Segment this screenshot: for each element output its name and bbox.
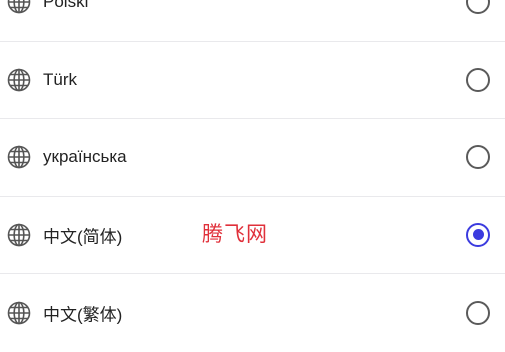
globe-icon bbox=[7, 301, 31, 325]
globe-icon bbox=[7, 0, 31, 14]
language-radio-selected[interactable] bbox=[466, 222, 490, 247]
language-radio[interactable] bbox=[466, 67, 490, 92]
language-option-turk[interactable]: Türk bbox=[0, 42, 505, 119]
globe-icon bbox=[7, 68, 31, 92]
language-radio[interactable] bbox=[466, 145, 490, 170]
language-label: 中文(繁体) bbox=[43, 305, 123, 325]
language-option-polski[interactable]: Polski bbox=[0, 0, 505, 42]
language-option-chinese-traditional[interactable]: 中文(繁体) bbox=[0, 274, 505, 352]
globe-icon bbox=[7, 223, 31, 247]
language-label: Türk bbox=[43, 69, 77, 89]
language-radio[interactable] bbox=[466, 300, 490, 325]
language-radio[interactable] bbox=[466, 0, 490, 15]
language-list: Polski Türk українська 中文(简体) 中文(繁体) bbox=[0, 0, 505, 352]
language-label: Polski bbox=[43, 0, 89, 12]
globe-icon bbox=[7, 145, 31, 169]
language-label: українська bbox=[43, 147, 127, 167]
watermark-text: 腾飞网 bbox=[202, 222, 268, 246]
language-option-ukrainian[interactable]: українська bbox=[0, 119, 505, 197]
language-label: 中文(简体) bbox=[43, 227, 123, 247]
